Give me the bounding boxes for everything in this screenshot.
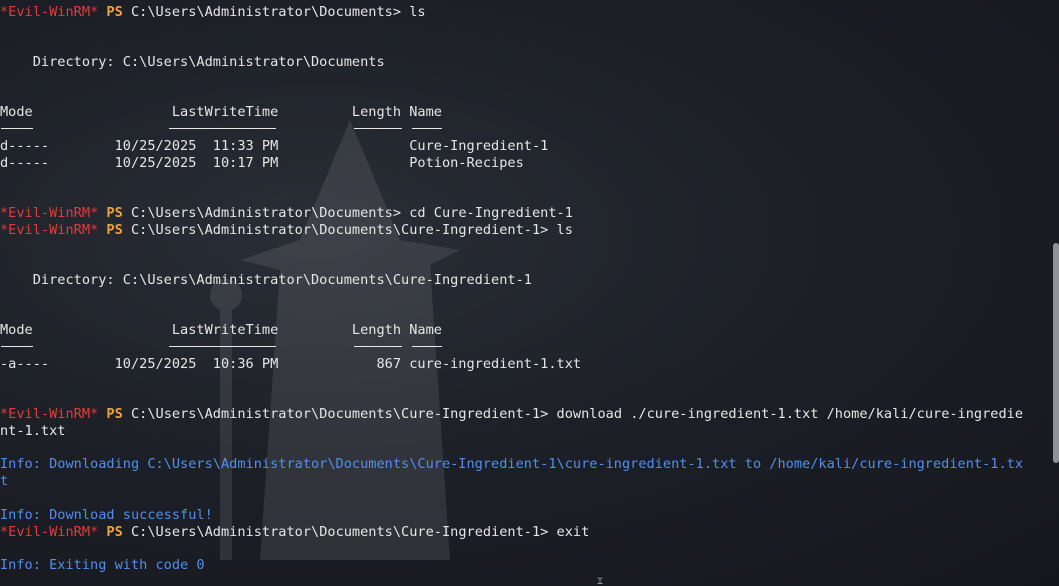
header-underline	[1, 346, 33, 347]
command-text: C:\Users\Administrator\Documents> ls	[122, 4, 426, 20]
directory-heading: Directory: C:\Users\Administrator\Docume…	[0, 272, 532, 288]
table-header: Mode LastWriteTime Length Name	[0, 322, 442, 338]
prompt-line-download: *Evil-WinRM* PS C:\Users\Administrator\D…	[0, 406, 1023, 423]
header-underline	[354, 128, 402, 129]
table-row: -a---- 10/25/2025 10:36 PM 867 cure-ingr…	[0, 356, 582, 372]
directory-heading: Directory: C:\Users\Administrator\Docume…	[0, 54, 385, 70]
vertical-scrollbar[interactable]	[1053, 243, 1059, 463]
header-underline	[169, 346, 276, 347]
info-download-success: Info: Download successful!	[0, 507, 213, 523]
header-underline	[412, 346, 442, 347]
prompt-host: *Evil-WinRM*	[0, 524, 99, 540]
prompt-ps: PS	[106, 222, 123, 238]
prompt-ps: PS	[106, 406, 123, 422]
info-downloading: Info: Downloading C:\Users\Administrator…	[0, 456, 1024, 472]
command-text: C:\Users\Administrator\Documents\Cure-In…	[122, 406, 1024, 422]
info-downloading-wrap: t	[0, 473, 9, 489]
info-exiting: Info: Exiting with code 0	[0, 557, 205, 573]
prompt-ps: PS	[106, 205, 123, 221]
header-underline	[354, 346, 402, 347]
prompt-line-cd: *Evil-WinRM* PS C:\Users\Administrator\D…	[0, 205, 573, 222]
command-text: C:\Users\Administrator\Documents\Cure-In…	[122, 524, 590, 540]
prompt-host: *Evil-WinRM*	[0, 406, 99, 422]
header-underline	[169, 128, 276, 129]
prompt-line-ls: *Evil-WinRM* PS C:\Users\Administrator\D…	[0, 4, 426, 21]
prompt-line-exit: *Evil-WinRM* PS C:\Users\Administrator\D…	[0, 524, 589, 541]
text-cursor-icon: ⌶	[597, 576, 604, 586]
table-row: d----- 10/25/2025 10:17 PM Potion-Recipe…	[0, 155, 524, 171]
command-text-wrap: nt-1.txt	[0, 423, 66, 439]
prompt-host: *Evil-WinRM*	[0, 205, 99, 221]
table-row: d----- 10/25/2025 11:33 PM Cure-Ingredie…	[0, 138, 549, 154]
header-underline	[1, 128, 33, 129]
prompt-ps: PS	[106, 4, 123, 20]
prompt-host: *Evil-WinRM*	[0, 222, 99, 238]
table-header: Mode LastWriteTime Length Name	[0, 104, 442, 120]
command-text: C:\Users\Administrator\Documents\Cure-In…	[122, 222, 573, 238]
prompt-host: *Evil-WinRM*	[0, 4, 99, 20]
prompt-ps: PS	[106, 524, 123, 540]
command-text: C:\Users\Administrator\Documents> cd Cur…	[122, 205, 573, 221]
terminal-output[interactable]: *Evil-WinRM* PS C:\Users\Administrator\D…	[0, 0, 1050, 586]
prompt-line-ls: *Evil-WinRM* PS C:\Users\Administrator\D…	[0, 222, 573, 239]
header-underline	[412, 128, 442, 129]
